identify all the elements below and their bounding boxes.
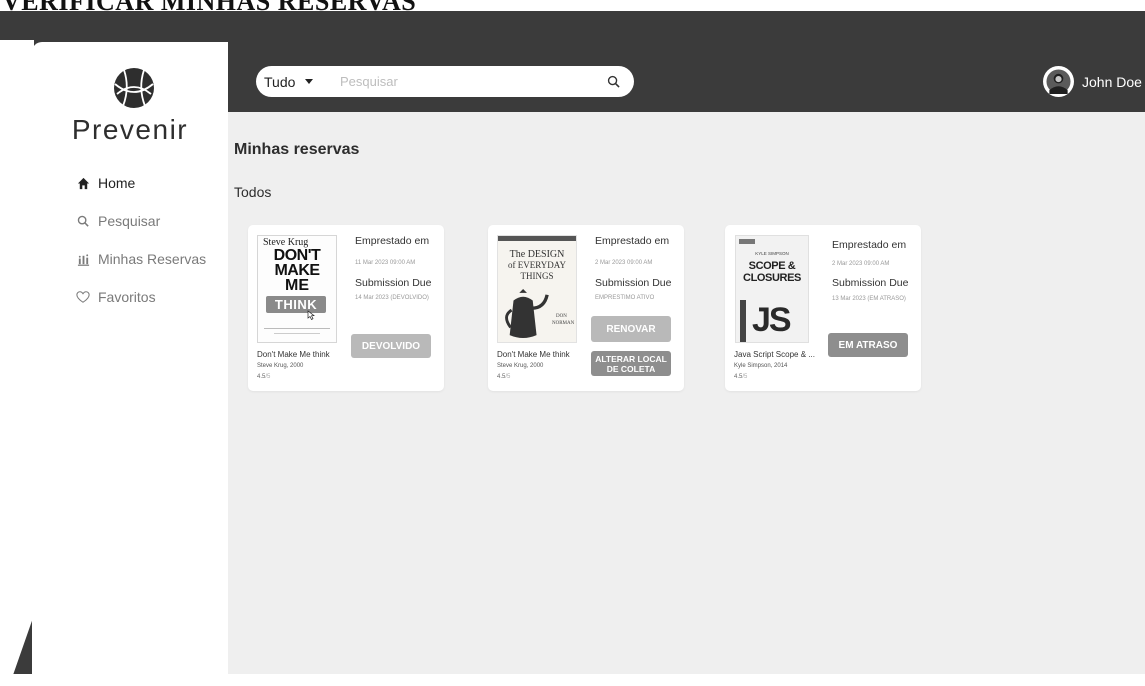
loan-date: 2 Mar 2023 09:00 AM bbox=[832, 261, 890, 267]
brand-name: Prevenir bbox=[71, 114, 189, 145]
loan-label: Emprestado em bbox=[832, 239, 907, 251]
loan-label: Emprestado em bbox=[595, 235, 670, 247]
sidebar-item-label: Home bbox=[98, 175, 136, 191]
loan-date: 2 Mar 2023 09:00 AM bbox=[595, 260, 653, 266]
left-edge bbox=[0, 40, 34, 686]
book-rating: 4.5/5 bbox=[497, 374, 511, 380]
section-title: Todos bbox=[234, 184, 272, 200]
search-icon[interactable] bbox=[607, 75, 620, 88]
search-input[interactable] bbox=[330, 66, 590, 97]
book-author: Steve Krug, 2000 bbox=[257, 363, 304, 369]
alterar-local-button[interactable]: ALTERAR LOCAL DE COLETA bbox=[591, 351, 671, 376]
book-title: Java Script Scope & ... bbox=[734, 350, 815, 359]
heart-icon bbox=[76, 290, 90, 304]
book-author: Kyle Simpson, 2014 bbox=[734, 363, 788, 369]
top-bar: Tudo John Doe bbox=[228, 42, 1145, 112]
loan-date: 11 Mar 2023 09:00 AM bbox=[355, 260, 416, 266]
sidebar-item-label: Minhas Reservas bbox=[98, 251, 207, 267]
banner-backdrop bbox=[0, 11, 1145, 44]
cover-line: SCOPE & bbox=[748, 260, 796, 272]
cover-logo: JS bbox=[752, 301, 792, 339]
cover-badge bbox=[739, 239, 755, 244]
page-title: Minhas reservas bbox=[234, 141, 360, 158]
cursor-icon bbox=[307, 310, 315, 320]
search-filter-value: Tudo bbox=[264, 73, 296, 90]
due-label: Submission Due bbox=[355, 277, 432, 289]
user-avatar-icon bbox=[1046, 69, 1071, 94]
book-rating: 4.5/5 bbox=[257, 374, 271, 380]
em-atraso-button[interactable]: EM ATRASO bbox=[828, 333, 908, 357]
loan-label: Emprestado em bbox=[355, 235, 430, 247]
book-cover-scope-closures[interactable]: JS KYLE SIMPSON SCOPE & CLOSURES JS bbox=[735, 235, 809, 343]
search-filter-dropdown[interactable]: Tudo bbox=[256, 74, 330, 90]
cover-author: KYLE SIMPSON bbox=[755, 251, 789, 256]
due-date: 13 Mar 2023 (EM ATRASO) bbox=[832, 296, 906, 302]
chart-icon bbox=[76, 252, 90, 266]
reservation-card: Steve Krug DON'T MAKE ME THINK Don't Mak… bbox=[248, 225, 444, 391]
cover-line: THINGS bbox=[520, 271, 554, 281]
due-label: Submission Due bbox=[595, 277, 672, 289]
bottom-edge bbox=[0, 674, 1145, 686]
cover-fine-print bbox=[274, 333, 320, 334]
sidebar: Prevenir Home Pesquisar Minhas Reservas … bbox=[32, 42, 228, 674]
sidebar-item-label: Pesquisar bbox=[98, 213, 161, 229]
sidebar-item-minhas-reservas[interactable]: Minhas Reservas bbox=[76, 249, 206, 269]
user-name: John Doe bbox=[1082, 73, 1142, 90]
banner: VERIFICAR MINHAS RESERVAS bbox=[0, 0, 1145, 44]
user-menu[interactable]: John Doe bbox=[1043, 66, 1142, 97]
sidebar-item-label: Favoritos bbox=[98, 289, 156, 305]
due-date: EMPRESTIMO ATIVO bbox=[595, 295, 655, 301]
book-cover-dont-make-me-think[interactable]: Steve Krug DON'T MAKE ME THINK bbox=[257, 235, 337, 343]
cover-line: of EVERYDAY bbox=[508, 260, 566, 270]
cover-author: DON bbox=[556, 314, 567, 319]
reservation-card: JS KYLE SIMPSON SCOPE & CLOSURES JS Java… bbox=[725, 225, 921, 391]
cover-fine-print bbox=[264, 328, 330, 329]
due-label: Submission Due bbox=[832, 277, 909, 289]
cover-line: The DESIGN bbox=[509, 249, 565, 260]
cover-spine bbox=[740, 300, 746, 342]
reservation-card: The DESIGN of EVERYDAY THINGS DON NORMAN… bbox=[488, 225, 684, 391]
book-rating: 4.5/5 bbox=[734, 374, 748, 380]
book-title: Don't Make Me think bbox=[257, 350, 330, 359]
cover-line: THINK bbox=[266, 296, 326, 313]
sidebar-nav: Home Pesquisar Minhas Reservas Favoritos bbox=[76, 173, 206, 325]
teapot-icon bbox=[505, 289, 549, 338]
main-content: Tudo John Doe Minhas reservas Todos Stev… bbox=[228, 42, 1145, 674]
search-icon bbox=[76, 214, 90, 228]
cover-band bbox=[498, 236, 576, 241]
due-date: 14 Mar 2023 (DEVOLVIDO) bbox=[355, 295, 429, 301]
caret-down-icon bbox=[305, 79, 314, 84]
sidebar-item-favoritos[interactable]: Favoritos bbox=[76, 287, 206, 307]
cover-line: CLOSURES bbox=[743, 272, 801, 284]
book-title: Don't Make Me think bbox=[497, 350, 570, 359]
home-icon bbox=[76, 176, 90, 190]
renovar-button[interactable]: RENOVAR bbox=[591, 316, 671, 342]
sidebar-item-home[interactable]: Home bbox=[76, 173, 206, 193]
book-author: Steve Krug, 2000 bbox=[497, 363, 544, 369]
book-cover-design-of-everyday-things[interactable]: The DESIGN of EVERYDAY THINGS DON NORMAN bbox=[497, 235, 577, 343]
devolvido-button[interactable]: DEVOLVIDO bbox=[351, 334, 431, 358]
avatar bbox=[1043, 66, 1074, 97]
search-bar: Tudo bbox=[256, 66, 634, 97]
globe-logo-icon bbox=[114, 68, 154, 108]
cover-line: ME bbox=[285, 277, 309, 294]
cover-author: NORMAN bbox=[552, 321, 575, 326]
sidebar-item-pesquisar[interactable]: Pesquisar bbox=[76, 211, 206, 231]
